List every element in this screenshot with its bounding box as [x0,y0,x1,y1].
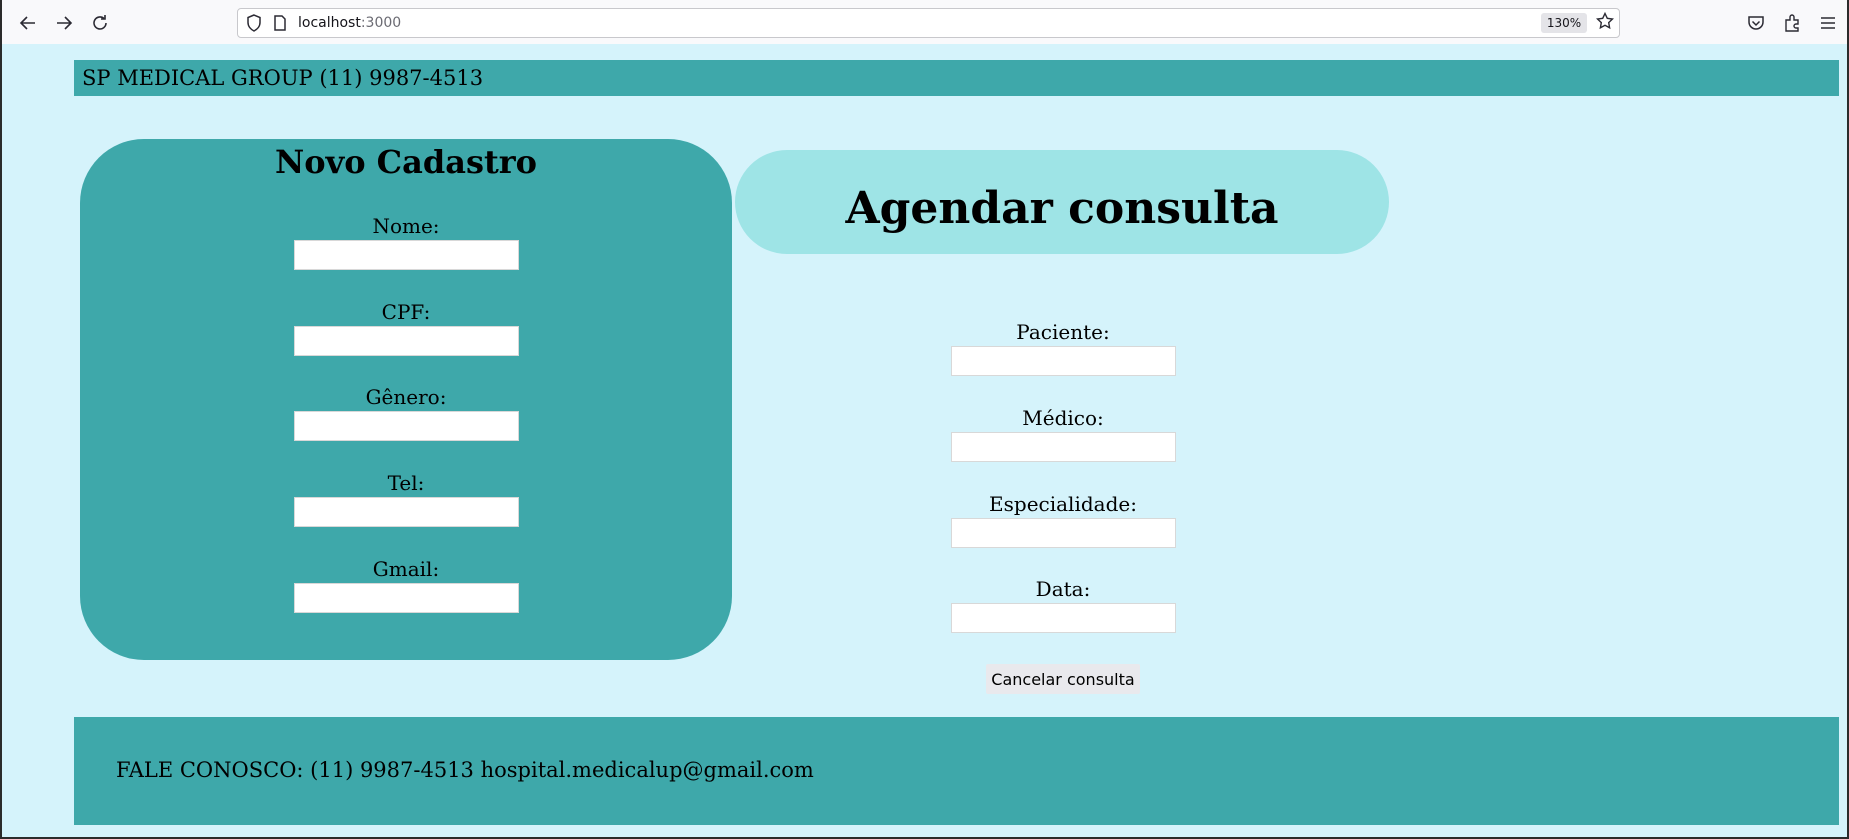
field-medico: Médico: [913,406,1213,462]
paciente-input[interactable] [950,346,1176,376]
agendar-title: Agendar consulta [845,183,1279,234]
browser-toolbar: localhost:3000 130% [2,0,1847,45]
especialidade-input[interactable] [950,518,1176,548]
cadastro-title: Novo Cadastro [275,143,537,181]
forward-icon[interactable] [50,11,78,35]
menu-icon[interactable] [1815,11,1841,35]
nome-label: Nome: [372,214,440,238]
page-icon[interactable] [273,15,287,35]
field-gmail: Gmail: [256,557,556,613]
agendar-header-pill: Agendar consulta [735,150,1389,254]
url-port: :3000 [360,15,402,31]
bookmark-star-icon[interactable] [1595,11,1615,35]
gmail-input[interactable] [293,583,519,613]
field-data: Data: [913,577,1213,633]
page-viewport: SP MEDICAL GROUP (11) 9987-4513 Novo Cad… [2,44,1847,837]
pocket-icon[interactable] [1743,11,1769,35]
zoom-badge[interactable]: 130% [1541,13,1587,33]
shield-icon[interactable] [246,14,262,36]
medico-label: Médico: [1022,406,1104,430]
cpf-label: CPF: [381,300,431,324]
medico-input[interactable] [950,432,1176,462]
data-input[interactable] [950,603,1176,633]
paciente-label: Paciente: [1016,320,1110,344]
footer-bar: FALE CONOSCO: (11) 9987-4513 hospital.me… [74,717,1839,825]
especialidade-label: Especialidade: [989,492,1137,516]
field-tel: Tel: [256,471,556,527]
cancelar-consulta-button[interactable]: Cancelar consulta [986,664,1140,694]
tel-input[interactable] [293,497,519,527]
tel-label: Tel: [387,471,425,495]
cpf-input[interactable] [293,326,519,356]
field-cpf: CPF: [256,300,556,356]
gmail-label: Gmail: [372,557,440,581]
footer-contact-text: FALE CONOSCO: (11) 9987-4513 hospital.me… [116,758,814,782]
header-bar: SP MEDICAL GROUP (11) 9987-4513 [74,60,1839,96]
field-paciente: Paciente: [913,320,1213,376]
field-genero: Gênero: [256,385,556,441]
field-nome: Nome: [256,214,556,270]
nome-input[interactable] [293,240,519,270]
address-bar[interactable]: localhost:3000 130% [237,8,1620,38]
extensions-icon[interactable] [1779,11,1805,35]
back-icon[interactable] [14,11,42,35]
url-host: localhost [298,15,361,31]
field-especialidade: Especialidade: [913,492,1213,548]
genero-input[interactable] [293,411,519,441]
url-text[interactable]: localhost:3000 [298,15,401,31]
genero-label: Gênero: [365,385,447,409]
header-text: SP MEDICAL GROUP (11) 9987-4513 [82,66,484,90]
reload-icon[interactable] [86,11,114,35]
data-label: Data: [1035,577,1091,601]
